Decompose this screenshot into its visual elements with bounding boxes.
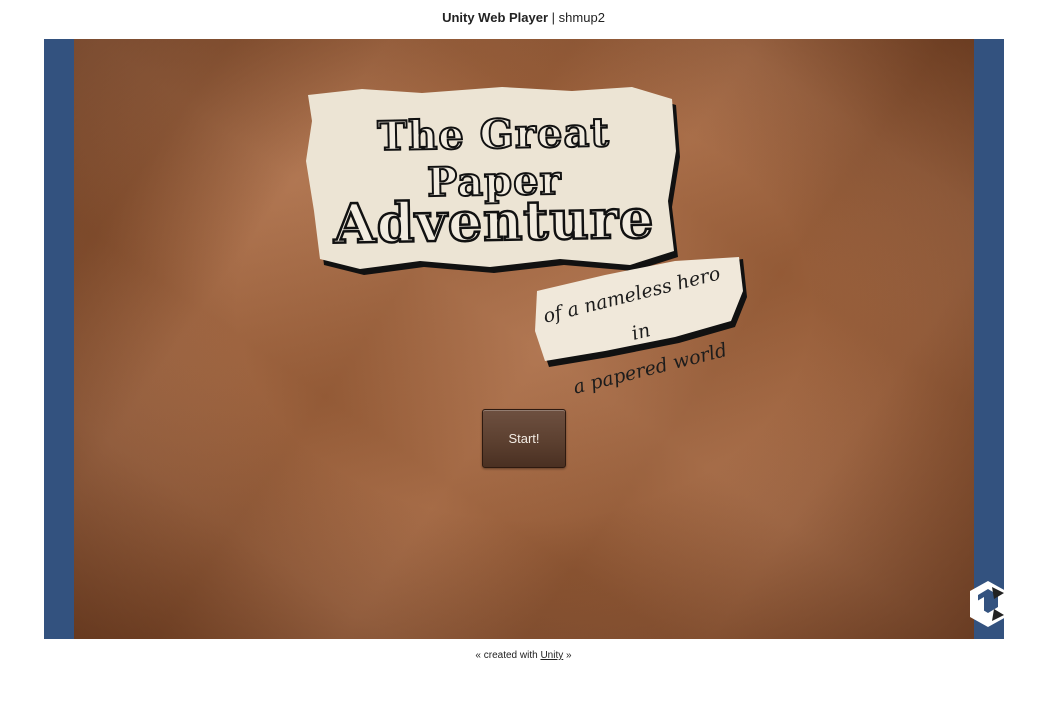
footer-suffix: »	[566, 650, 572, 661]
unity-logo-icon[interactable]	[968, 579, 1004, 629]
header-separator: |	[551, 10, 556, 25]
subtitle-paper: of a nameless hero in a papered world	[529, 257, 749, 399]
start-button[interactable]: Start!	[482, 409, 566, 468]
page-footer: « created with Unity »	[0, 650, 1047, 661]
game-canvas[interactable]: The Great Paper Adventure of a nameless …	[74, 39, 974, 639]
unity-link[interactable]: Unity	[540, 650, 563, 661]
title-paper: The Great Paper Adventure	[304, 87, 684, 283]
player-title: Unity Web Player	[442, 10, 549, 25]
unity-player: The Great Paper Adventure of a nameless …	[44, 39, 1004, 639]
game-title-line2: Adventure	[332, 185, 656, 257]
footer-prefix: « created with	[475, 650, 538, 661]
page-header: Unity Web Player | shmup2	[0, 10, 1047, 25]
game-name: shmup2	[558, 10, 605, 25]
